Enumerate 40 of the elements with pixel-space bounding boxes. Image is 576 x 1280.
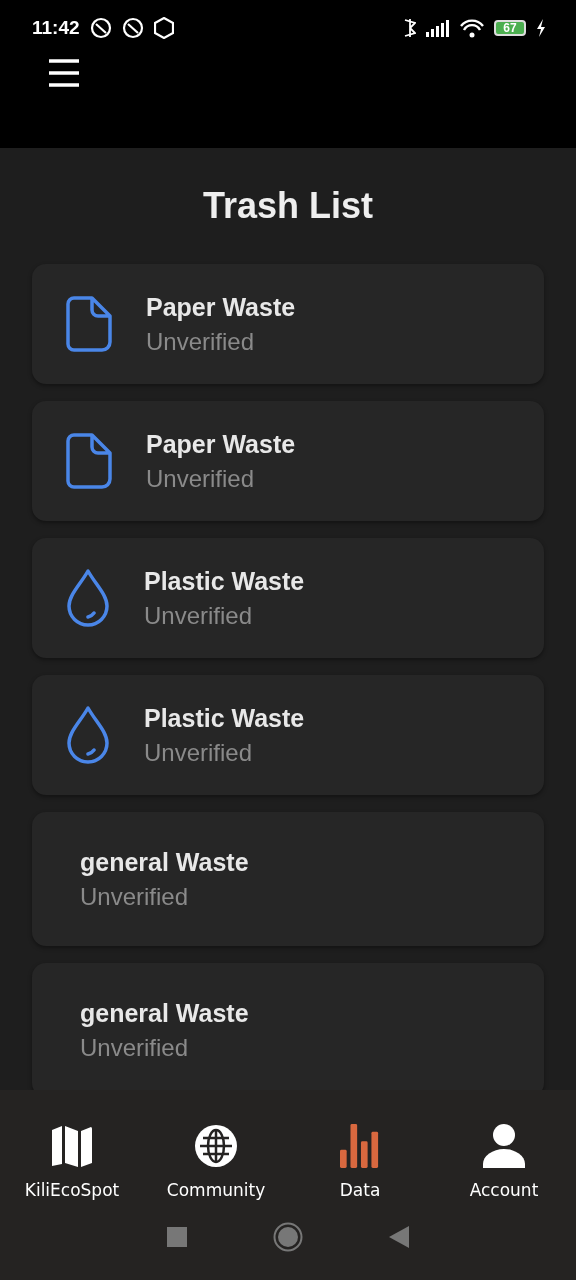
back-button[interactable] <box>389 1226 409 1248</box>
nav-tab[interactable]: Community <box>144 1124 288 1200</box>
charging-icon <box>536 18 546 37</box>
trash-card[interactable]: Plastic Waste Unverified <box>32 538 544 658</box>
trash-name: Paper Waste <box>146 292 296 322</box>
bar-chart-icon <box>340 1124 380 1168</box>
notification-icon <box>121 16 144 39</box>
trash-card[interactable]: Paper Waste Unverified <box>32 264 544 384</box>
droplet-icon <box>66 706 110 764</box>
notification-icon <box>89 16 112 39</box>
trash-name: general Waste <box>80 998 249 1028</box>
trash-status: Unverified <box>80 882 190 911</box>
trash-name: Plastic Waste <box>144 566 305 596</box>
nav-tab[interactable]: Data <box>288 1124 432 1200</box>
globe-icon <box>194 1124 238 1168</box>
droplet-icon <box>66 569 110 627</box>
trash-card[interactable]: general Waste Unverified <box>32 963 544 1090</box>
document-icon <box>66 296 112 352</box>
document-icon <box>66 433 112 489</box>
status-time: 11:42 <box>32 16 80 39</box>
hexagon-icon <box>153 16 174 39</box>
trash-status: Unverified <box>146 327 256 356</box>
trash-name: Plastic Waste <box>144 703 305 733</box>
trash-card[interactable]: general Waste Unverified <box>32 812 544 946</box>
trash-card[interactable]: Plastic Waste Unverified <box>32 675 544 795</box>
trash-card[interactable]: Paper Waste Unverified <box>32 401 544 521</box>
person-icon <box>483 1124 525 1168</box>
trash-name: Paper Waste <box>146 429 296 459</box>
trash-name: general Waste <box>80 847 249 877</box>
map-icon <box>50 1124 94 1168</box>
page-title: Trash List <box>201 184 375 228</box>
nav-tab[interactable]: KiliEcoSpot <box>0 1124 144 1200</box>
battery-level: 67 <box>494 19 526 36</box>
trash-status: Unverified <box>144 738 254 767</box>
nav-tab[interactable]: Account <box>432 1124 576 1200</box>
trash-status: Unverified <box>80 1033 190 1062</box>
trash-status: Unverified <box>146 464 256 493</box>
bluetooth-icon <box>404 16 416 39</box>
trash-status: Unverified <box>144 601 254 630</box>
home-button[interactable] <box>273 1222 303 1252</box>
